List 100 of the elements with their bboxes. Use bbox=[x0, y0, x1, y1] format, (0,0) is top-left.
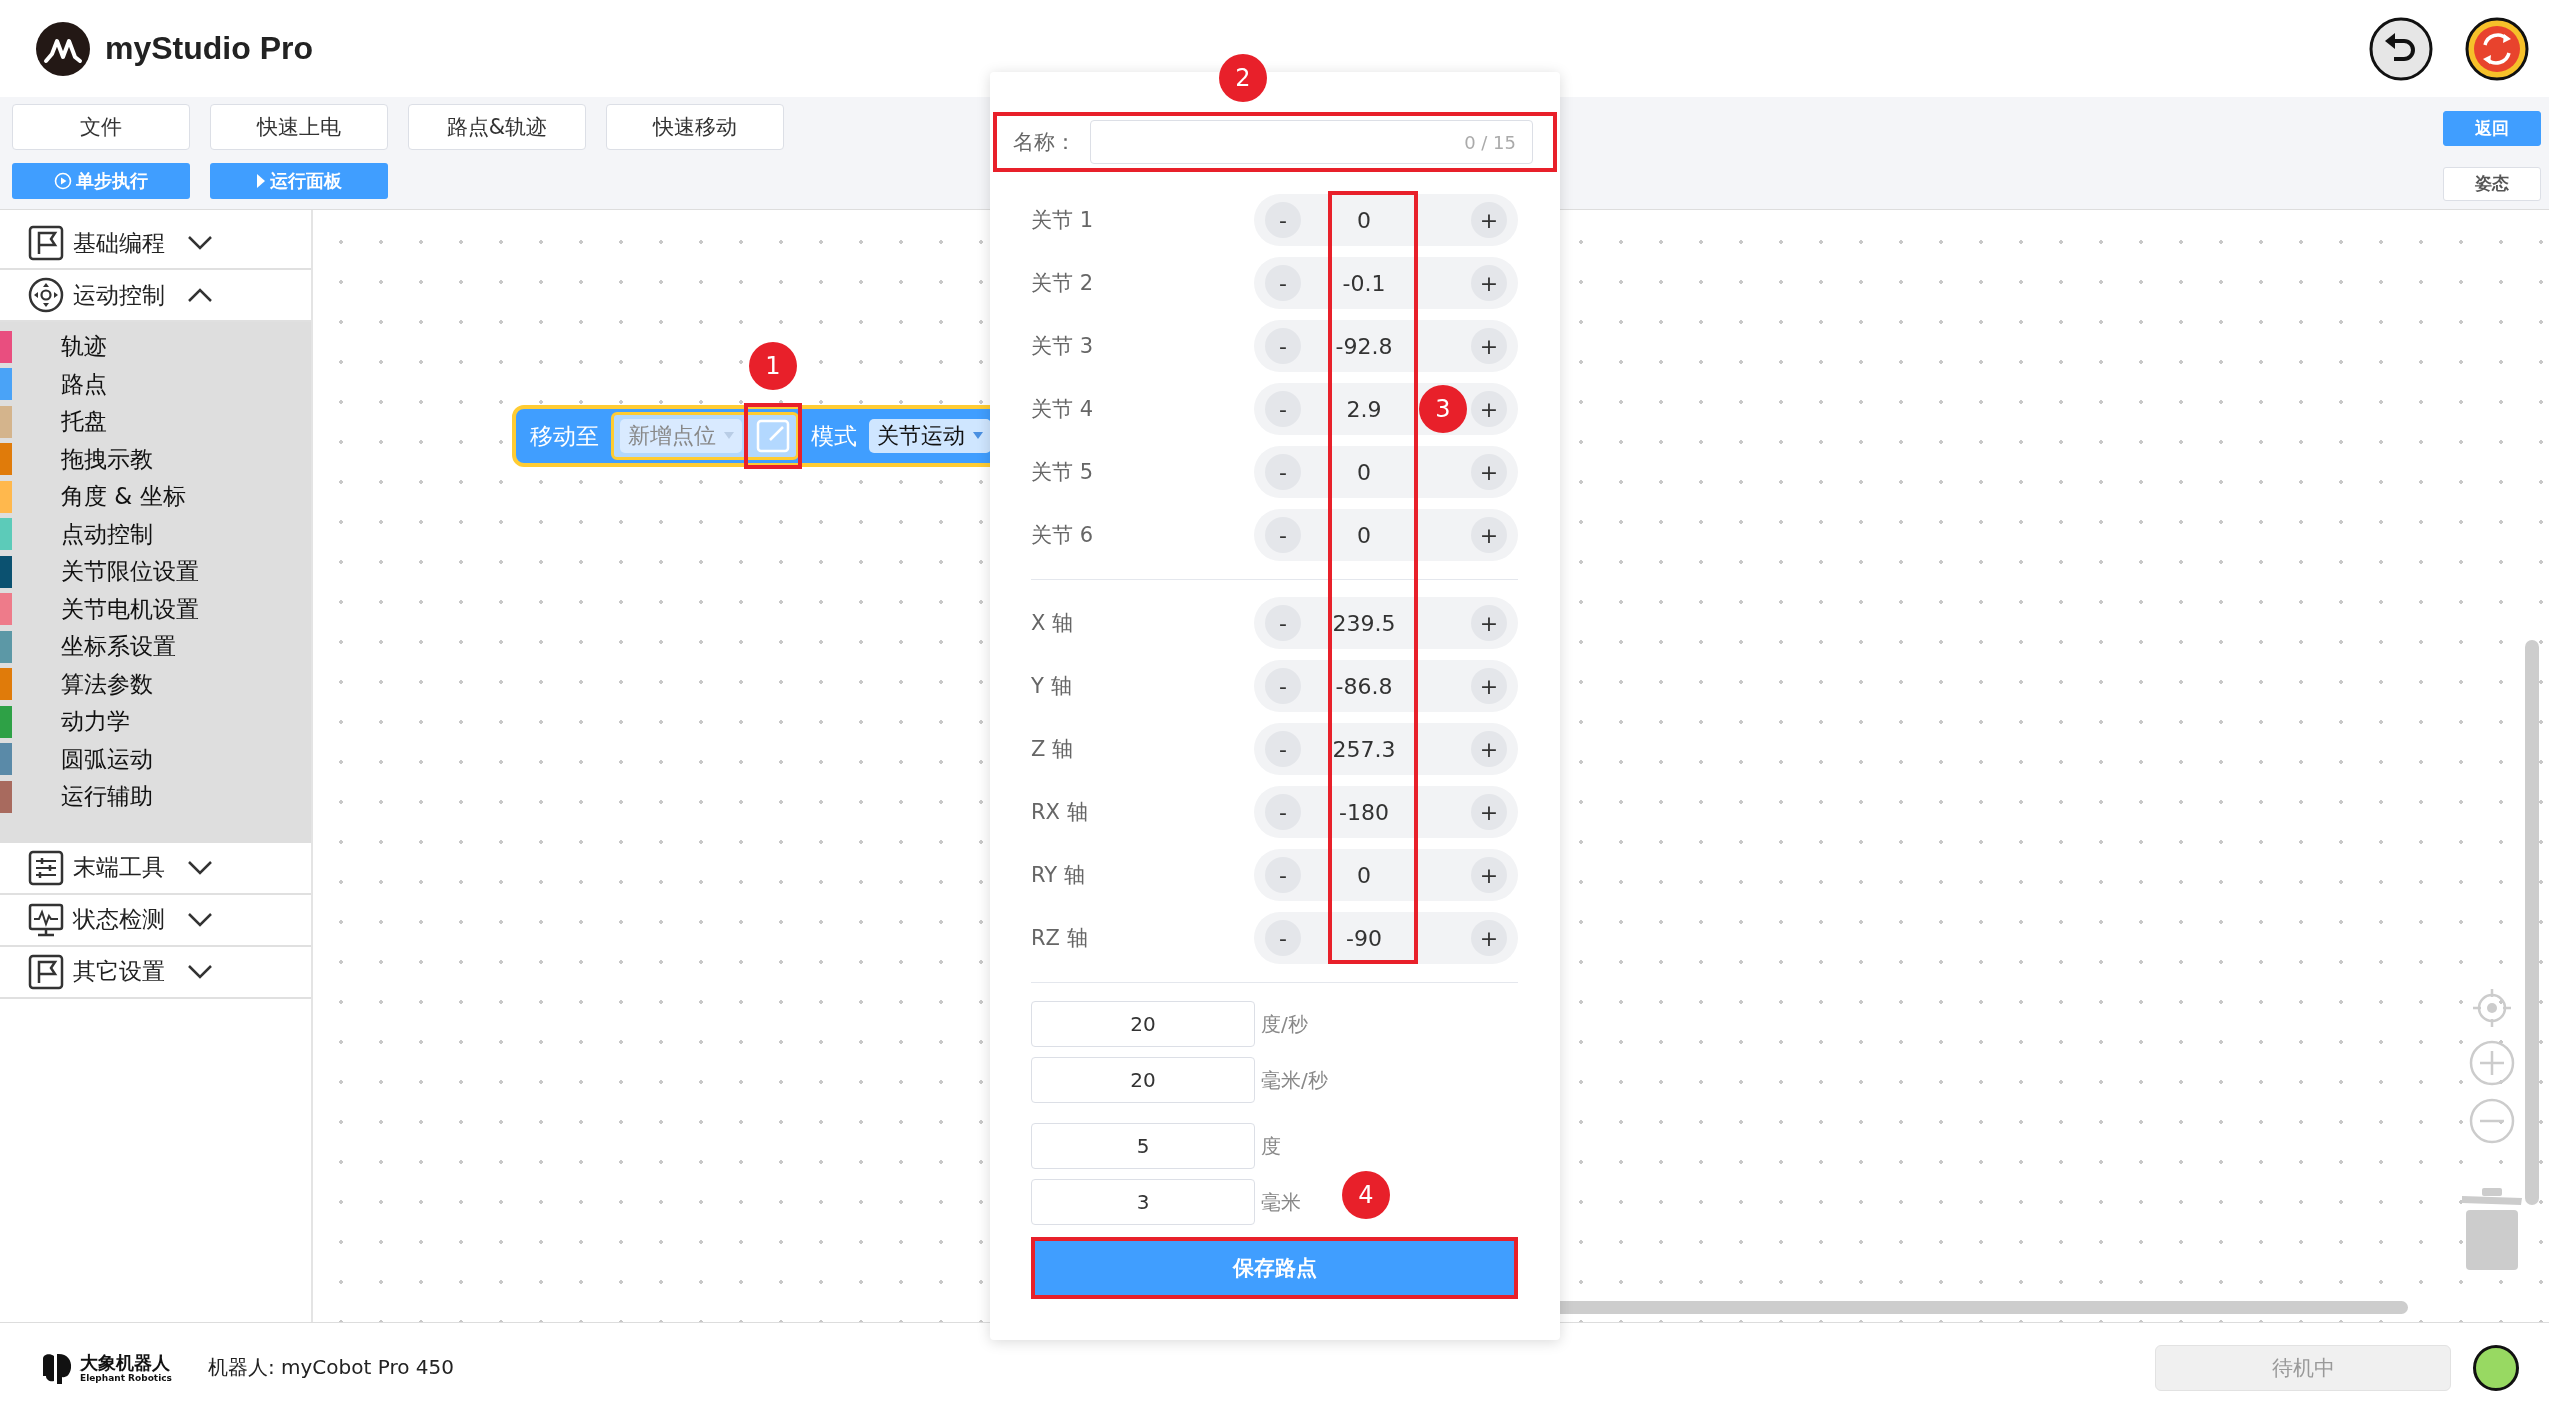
undo-icon[interactable] bbox=[2369, 16, 2433, 81]
dpad-icon bbox=[28, 277, 64, 313]
increment-button[interactable]: + bbox=[1471, 454, 1507, 490]
subcategory-item[interactable]: 关节限位设置 bbox=[61, 556, 199, 588]
field-label: RY 轴 bbox=[1031, 862, 1085, 889]
highlight-frame bbox=[744, 403, 802, 469]
zoom-in-icon[interactable] bbox=[2469, 1040, 2515, 1086]
subcategory-item[interactable]: 拖拽示教 bbox=[61, 443, 153, 475]
menu-button[interactable]: 文件 bbox=[12, 104, 190, 150]
flag-icon bbox=[28, 225, 64, 261]
number-stepper[interactable]: - 0 + bbox=[1254, 446, 1518, 498]
increment-button[interactable]: + bbox=[1471, 202, 1507, 238]
value-text: -0.1 bbox=[1341, 270, 1387, 296]
decrement-button[interactable]: - bbox=[1265, 202, 1301, 238]
increment-button[interactable]: + bbox=[1471, 668, 1507, 704]
number-stepper[interactable]: - 239.5 + bbox=[1254, 597, 1518, 649]
subcategory-item[interactable]: 圆弧运动 bbox=[61, 743, 153, 775]
value-text: 0 bbox=[1356, 522, 1372, 548]
caret-icon bbox=[973, 432, 983, 440]
decrement-button[interactable]: - bbox=[1265, 857, 1301, 893]
increment-button[interactable]: + bbox=[1471, 731, 1507, 767]
number-stepper[interactable]: - 257.3 + bbox=[1254, 723, 1518, 775]
sliders-icon bbox=[28, 849, 64, 886]
number-stepper[interactable]: - -86.8 + bbox=[1254, 660, 1518, 712]
mode-dropdown[interactable]: 关节运动 bbox=[869, 419, 991, 453]
subcategory-item[interactable]: 动力学 bbox=[61, 706, 130, 738]
recenter-icon[interactable] bbox=[2472, 988, 2512, 1028]
increment-button[interactable]: + bbox=[1471, 857, 1507, 893]
number-field[interactable]: 3 bbox=[1031, 1179, 1255, 1225]
value-text: 0 bbox=[1356, 459, 1372, 485]
menu-button[interactable]: 快速移动 bbox=[606, 104, 784, 150]
number-field[interactable]: 20 bbox=[1031, 1001, 1255, 1047]
subcategory-item[interactable]: 托盘 bbox=[61, 406, 107, 438]
decrement-button[interactable]: - bbox=[1265, 920, 1301, 956]
value-text: 2.9 bbox=[1345, 396, 1383, 422]
decrement-button[interactable]: - bbox=[1265, 328, 1301, 364]
category-item[interactable]: 基础编程 bbox=[0, 218, 311, 270]
scrollbar[interactable] bbox=[2525, 640, 2539, 1205]
subcategory-item[interactable]: 点动控制 bbox=[61, 518, 153, 550]
menu-button[interactable]: 快速上电 bbox=[210, 104, 388, 150]
character-counter: 0 / 15 bbox=[1464, 131, 1516, 153]
decrement-button[interactable]: - bbox=[1265, 731, 1301, 767]
number-stepper[interactable]: - -180 + bbox=[1254, 786, 1518, 838]
number-stepper[interactable]: - 0 + bbox=[1254, 849, 1518, 901]
category-item[interactable]: 其它设置 bbox=[0, 946, 311, 999]
logo-icon bbox=[35, 20, 91, 77]
pose-button[interactable]: 姿态 bbox=[2443, 166, 2541, 201]
increment-button[interactable]: + bbox=[1471, 517, 1507, 553]
subcategory-item[interactable]: 关节电机设置 bbox=[61, 593, 199, 625]
subcategory-item[interactable]: 轨迹 bbox=[61, 331, 107, 363]
step-badge: 2 bbox=[1219, 54, 1267, 102]
increment-button[interactable]: + bbox=[1471, 794, 1507, 830]
field-label: 关节 3 bbox=[1031, 333, 1094, 360]
unit-label: 度/秒 bbox=[1261, 1010, 1308, 1038]
block-label: 模式 bbox=[811, 421, 857, 451]
category-label: 基础编程 bbox=[73, 228, 165, 258]
category-item[interactable]: 末端工具 bbox=[0, 842, 311, 895]
subcategory-item[interactable]: 角度 & 坐标 bbox=[61, 481, 186, 513]
number-stepper[interactable]: - -92.8 + bbox=[1254, 320, 1518, 372]
value-text: -86.8 bbox=[1334, 673, 1394, 699]
number-stepper[interactable]: - -90 + bbox=[1254, 912, 1518, 964]
subcategory-item[interactable]: 坐标系设置 bbox=[61, 631, 176, 663]
decrement-button[interactable]: - bbox=[1265, 605, 1301, 641]
trash-icon[interactable] bbox=[2460, 1186, 2524, 1272]
number-field[interactable]: 20 bbox=[1031, 1057, 1255, 1103]
zoom-out-icon[interactable] bbox=[2469, 1098, 2515, 1144]
value-text: -180 bbox=[1338, 799, 1390, 825]
subcategory-item[interactable]: 路点 bbox=[61, 368, 107, 400]
value-text: 0 bbox=[1356, 207, 1372, 233]
decrement-button[interactable]: - bbox=[1265, 794, 1301, 830]
increment-button[interactable]: + bbox=[1471, 920, 1507, 956]
increment-button[interactable]: + bbox=[1471, 328, 1507, 364]
field-label: 名称： bbox=[1013, 129, 1076, 156]
edit-icon[interactable] bbox=[756, 419, 790, 453]
decrement-button[interactable]: - bbox=[1265, 517, 1301, 553]
increment-button[interactable]: + bbox=[1471, 391, 1507, 427]
increment-button[interactable]: + bbox=[1471, 605, 1507, 641]
number-field[interactable]: 5 bbox=[1031, 1123, 1255, 1169]
brand-name: 大象机器人 bbox=[80, 1352, 171, 1373]
category-label: 状态检测 bbox=[73, 905, 165, 934]
emergency-stop-icon[interactable] bbox=[2465, 16, 2529, 81]
category-label: 末端工具 bbox=[73, 853, 165, 882]
decrement-button[interactable]: - bbox=[1265, 265, 1301, 301]
category-label: 其它设置 bbox=[73, 957, 165, 986]
monitor-pulse-icon bbox=[28, 901, 64, 938]
menu-button[interactable]: 路点&轨迹 bbox=[408, 104, 586, 150]
decrement-button[interactable]: - bbox=[1265, 668, 1301, 704]
unit-label: 度 bbox=[1261, 1132, 1281, 1160]
decrement-button[interactable]: - bbox=[1265, 454, 1301, 490]
subcategory-item[interactable]: 运行辅助 bbox=[61, 781, 153, 813]
field-label: 关节 6 bbox=[1031, 522, 1094, 549]
increment-button[interactable]: + bbox=[1471, 265, 1507, 301]
number-stepper[interactable]: - -0.1 + bbox=[1254, 257, 1518, 309]
subcategory-item[interactable]: 算法参数 bbox=[61, 668, 153, 700]
value-text: 0 bbox=[1356, 862, 1372, 888]
category-item[interactable]: 状态检测 bbox=[0, 894, 311, 947]
number-stepper[interactable]: - 0 + bbox=[1254, 509, 1518, 561]
decrement-button[interactable]: - bbox=[1265, 391, 1301, 427]
field-label: Y 轴 bbox=[1031, 673, 1072, 700]
number-stepper[interactable]: - 0 + bbox=[1254, 194, 1518, 246]
